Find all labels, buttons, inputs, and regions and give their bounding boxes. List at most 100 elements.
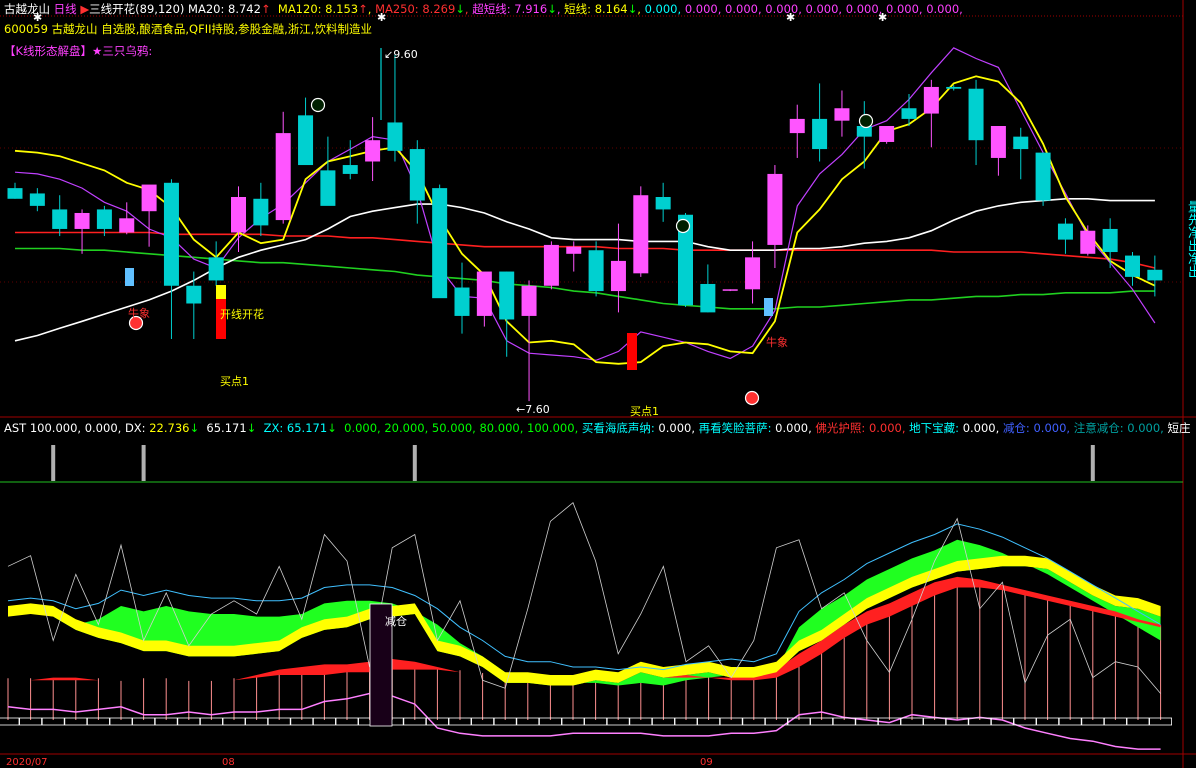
stock-name[interactable]: 古越龙山 [4,2,50,16]
signal-marker [1090,445,1095,481]
candle-body [700,283,716,313]
candle-body [767,173,783,245]
candle-body [74,212,90,229]
signal-marker [412,445,417,481]
smiley-icon [675,218,691,234]
candle-body [610,260,626,292]
niu-label-1: 牛象 [128,307,150,320]
candle-body [789,118,805,134]
smile-label: 再看笑脸菩萨: [698,421,772,435]
ma20-label: MA20: [188,2,225,16]
treasure-value: 0.000, [962,421,1000,435]
candle-body [52,209,68,229]
smiley-icon [744,390,760,406]
ma120-value: 8.153 [325,2,359,16]
up-arrow-icon: ↑ [358,2,368,16]
signal-bar-yellow [216,285,226,299]
candle-body [946,86,962,89]
candle-body [722,289,738,291]
indicator-params: (89,120) [135,2,185,16]
pattern-bracket[interactable]: 【K线形态解盘】 [4,44,92,58]
smiley-icon [310,97,326,113]
candle-body [655,197,671,210]
smile-value: 0.000, [775,421,812,435]
candle-body [968,88,984,141]
tail-magenta: 0.000, 0.000, 0.000, 0.000, 0.000, 0.000… [684,2,963,16]
candle-body [186,285,202,304]
concepts: 自选股,酿酒食品,QFII持股,参股金融,浙江,饮料制造业 [101,22,372,36]
stock-code: 600059 [4,22,48,36]
caution-value: 0.000, [1127,421,1164,435]
candle-body [543,244,559,286]
super-short-value: 7.916 [514,2,548,16]
pattern-line: 【K线形态解盘】★三只乌鸦: [4,44,152,58]
dx2-value: 65.171 [206,421,247,435]
candle-body [275,133,291,221]
candle-body [566,246,582,254]
candle-body [432,188,448,299]
sonar-value: 0.000, [658,421,695,435]
tail-yellow: 0.000, [644,2,682,16]
candle-body [298,115,314,166]
indicator-name[interactable]: 三线开花 [89,2,135,16]
candle-body [745,257,761,290]
period-label[interactable]: 日线 [54,2,77,16]
down-arrow-icon: ↓ [627,2,638,16]
zx-value: 65.171 [286,421,328,435]
date-label-mid1: 08 [222,757,235,768]
candle-body [253,198,269,226]
low-price-label: ←7.60 [516,403,550,416]
high-price-label: ↙9.60 [384,48,418,61]
play-icon[interactable]: ▶ [80,2,89,16]
short-label: 短线: [564,2,592,16]
candle-body [387,122,403,151]
candle-body [1035,152,1051,201]
high-price-value: 9.60 [393,48,418,61]
up-arrow-icon: ↑ [260,2,271,16]
kaihua-label: 开线开花 [220,308,264,321]
buy-point-1b: 买点1 [630,405,659,418]
sonar-label: 买看海底声纳: [581,421,655,435]
reduce-label: 减仓: [1002,421,1030,435]
signal-bar-red [627,333,637,370]
niu-label-2: 牛象 [766,336,788,349]
signal-bar-blue [764,298,773,316]
pattern-name: ★三只乌鸦: [92,44,153,58]
down-arrow-icon: ↓ [327,421,337,435]
candle-body [163,182,179,286]
signal-marker [141,445,146,481]
super-short-label: 超短线: [472,2,511,16]
reduce-value: 0.000, [1033,421,1071,435]
ast-values: AST 100.000, 0.000, DX: [4,421,146,435]
green-values: 0.000, 20.000, 50.000, 80.000, 100.000, [344,421,579,435]
ma120-label: MA120: [277,2,322,16]
date-label-mid2: 09 [700,757,713,768]
reduce-position-label: 减仓 [385,615,407,628]
short-dealer-label: 短庄 [1167,421,1191,435]
candle-body [1013,136,1029,150]
down-arrow-icon: ↓ [189,421,200,435]
candle-body [633,195,649,274]
ma20-value: 8.742 [228,2,261,16]
candle-body [409,149,425,201]
candle-body [365,140,381,162]
right-edge-labels: 量先净出净出 [1185,200,1196,278]
candle-body [834,108,850,121]
caution-label: 注意减仓: [1073,421,1124,435]
stock-chart-canvas[interactable]: ✱ ✱ ✱ ✱ [0,0,1196,768]
candle-body [499,271,515,320]
candle-body [119,218,135,233]
buddha-label: 佛光护照: [815,421,866,435]
candle-body [1147,269,1163,281]
candle-body [1102,228,1118,253]
candle-body [342,165,358,174]
down-arrow-icon: ↓ [455,2,465,16]
candle-body [588,250,604,292]
ma250-label: MA250: [375,2,419,16]
candle-body [141,184,157,212]
down-arrow-icon: ↓ [246,421,257,435]
indicator-header: 古越龙山 日线 ▶三线开花(89,120) MA20: 8.742↑, MA12… [4,2,963,16]
short-value: 8.164 [594,2,628,16]
candle-body [879,126,895,142]
candle-body [231,197,246,233]
